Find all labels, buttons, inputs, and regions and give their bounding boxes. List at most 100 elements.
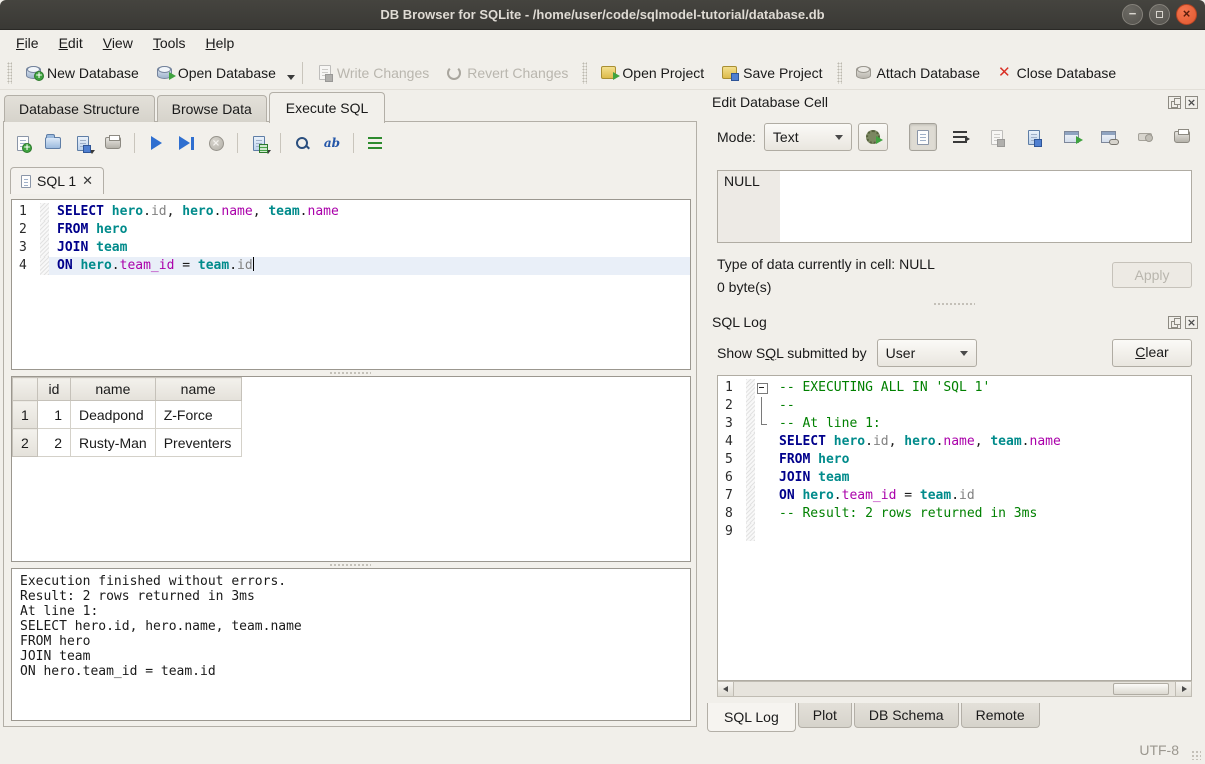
resize-grip[interactable] <box>1191 750 1201 760</box>
save-file-button[interactable] <box>1020 123 1048 151</box>
column-header-name2[interactable]: name <box>155 378 241 401</box>
cell-value-editor[interactable]: NULL <box>717 170 1192 243</box>
close-button[interactable]: × <box>1176 4 1197 25</box>
code-line[interactable]: 6JOIN team <box>718 469 1191 487</box>
scrollbar-thumb[interactable] <box>1113 683 1169 695</box>
toolbar-handle[interactable] <box>837 62 842 84</box>
code-line[interactable]: 8-- Result: 2 rows returned in 3ms <box>718 505 1191 523</box>
format-sql-button[interactable] <box>362 130 388 156</box>
open-database-button[interactable]: Open Database <box>148 61 285 85</box>
export-file-button[interactable] <box>1057 123 1085 151</box>
menu-tools[interactable]: Tools <box>143 32 196 54</box>
save-project-button[interactable]: Save Project <box>713 61 831 85</box>
toolbar-handle[interactable] <box>7 62 12 84</box>
word-wrap-button[interactable] <box>946 123 974 151</box>
code-line[interactable]: 1-- EXECUTING ALL IN 'SQL 1' <box>718 379 1191 397</box>
cell[interactable]: Deadpond <box>71 401 156 429</box>
tab-database-structure[interactable]: Database Structure <box>4 95 155 122</box>
write-changes-button[interactable]: Write Changes <box>310 61 438 85</box>
save-sql-file-button[interactable] <box>70 130 96 156</box>
tab-execute-sql[interactable]: Execute SQL <box>269 92 386 123</box>
cell[interactable]: Rusty-Man <box>71 429 156 457</box>
import-file-button[interactable] <box>983 123 1011 151</box>
code-line[interactable]: 3JOIN team <box>12 239 690 257</box>
cell[interactable]: Preventers <box>155 429 241 457</box>
splitter-handle[interactable] <box>329 371 371 375</box>
dock-close-icon[interactable] <box>1185 316 1198 329</box>
dock-close-icon[interactable] <box>1185 96 1198 109</box>
mode-select[interactable]: Text <box>764 123 852 151</box>
apply-button[interactable]: Apply <box>1112 262 1192 288</box>
open-database-dropdown-icon[interactable] <box>287 75 295 80</box>
cell[interactable]: 1 <box>38 401 71 429</box>
sql-editor[interactable]: 1SELECT hero.id, hero.name, team.name2FR… <box>11 199 691 370</box>
revert-changes-button[interactable]: Revert Changes <box>438 61 577 85</box>
open-tab-icon <box>17 136 29 151</box>
float-icon[interactable] <box>1168 316 1181 329</box>
code-line[interactable]: 4ON hero.team_id = team.id <box>12 257 690 275</box>
splitter-handle[interactable] <box>329 563 371 567</box>
clear-log-button[interactable]: Clear <box>1112 339 1192 367</box>
code-line[interactable]: 4SELECT hero.id, hero.name, team.name <box>718 433 1191 451</box>
edit-cell-panel-header: Edit Database Cell <box>712 92 1198 112</box>
attach-database-button[interactable]: Attach Database <box>847 61 990 85</box>
column-header-id[interactable]: id <box>38 378 71 401</box>
find-replace-button[interactable]: ab <box>319 130 345 156</box>
minimize-button[interactable]: − <box>1122 4 1143 25</box>
new-database-button[interactable]: New Database <box>17 61 148 85</box>
scroll-left-icon[interactable] <box>718 682 734 696</box>
log-filter-select[interactable]: User <box>877 339 977 367</box>
menu-help[interactable]: Help <box>196 32 245 54</box>
code-line[interactable]: 1SELECT hero.id, hero.name, team.name <box>12 203 690 221</box>
cell[interactable]: Z-Force <box>155 401 241 429</box>
menu-edit[interactable]: Edit <box>49 32 93 54</box>
sql-file-tab[interactable]: SQL 1 ✕ <box>10 167 104 194</box>
text-mode-button[interactable] <box>909 123 937 151</box>
float-icon[interactable] <box>1168 96 1181 109</box>
find-button[interactable] <box>289 130 315 156</box>
row-header[interactable]: 1 <box>13 401 38 429</box>
code-line[interactable]: 2-- <box>718 397 1191 415</box>
menu-file[interactable]: File <box>6 32 49 54</box>
corner-header[interactable] <box>13 378 38 401</box>
tab-browse-data[interactable]: Browse Data <box>157 95 267 122</box>
cell[interactable]: 2 <box>38 429 71 457</box>
stop-execution-button[interactable] <box>203 130 229 156</box>
toolbar-handle[interactable] <box>582 62 587 84</box>
code-line[interactable]: 3-- At line 1: <box>718 415 1191 433</box>
row-header[interactable]: 2 <box>13 429 38 457</box>
scroll-right-icon[interactable] <box>1175 682 1191 696</box>
splitter-handle[interactable] <box>933 302 975 306</box>
tab-db-schema[interactable]: DB Schema <box>854 703 959 728</box>
code-line[interactable]: 5FROM hero <box>718 451 1191 469</box>
print-sql-button[interactable] <box>100 130 126 156</box>
maximize-button[interactable] <box>1149 4 1170 25</box>
sql-log-view[interactable]: 1-- EXECUTING ALL IN 'SQL 1'2--3-- At li… <box>717 375 1192 681</box>
close-sql-tab-icon[interactable]: ✕ <box>82 173 93 189</box>
set-null-button[interactable] <box>1131 123 1159 151</box>
tab-plot[interactable]: Plot <box>798 703 852 728</box>
open-project-button[interactable]: Open Project <box>592 61 713 85</box>
code-line[interactable]: 2FROM hero <box>12 221 690 239</box>
tab-remote[interactable]: Remote <box>961 703 1040 728</box>
open-tab-button[interactable] <box>10 130 36 156</box>
print-cell-button[interactable] <box>1168 123 1196 151</box>
sql-file-tab-label: SQL 1 <box>37 173 76 189</box>
titlebar[interactable]: DB Browser for SQLite - /home/user/code/… <box>0 0 1205 30</box>
code-line[interactable]: 7ON hero.team_id = team.id <box>718 487 1191 505</box>
execute-all-button[interactable] <box>143 130 169 156</box>
tab-sql-log[interactable]: SQL Log <box>707 703 796 732</box>
window-controls: − × <box>1122 4 1197 25</box>
code-line[interactable]: 9 <box>718 523 1191 541</box>
execute-current-line-button[interactable] <box>173 130 199 156</box>
menu-view[interactable]: View <box>93 32 143 54</box>
apply-data-button[interactable] <box>858 123 888 151</box>
log-horizontal-scrollbar[interactable] <box>717 681 1192 697</box>
cell-edit-area[interactable] <box>780 171 1191 242</box>
close-database-button[interactable]: ✕ Close Database <box>989 61 1125 85</box>
column-header-name[interactable]: name <box>71 378 156 401</box>
encoding-indicator[interactable]: UTF-8 <box>1139 742 1179 758</box>
open-sql-file-button[interactable] <box>40 130 66 156</box>
export-results-button[interactable] <box>246 130 272 156</box>
open-external-button[interactable] <box>1094 123 1122 151</box>
